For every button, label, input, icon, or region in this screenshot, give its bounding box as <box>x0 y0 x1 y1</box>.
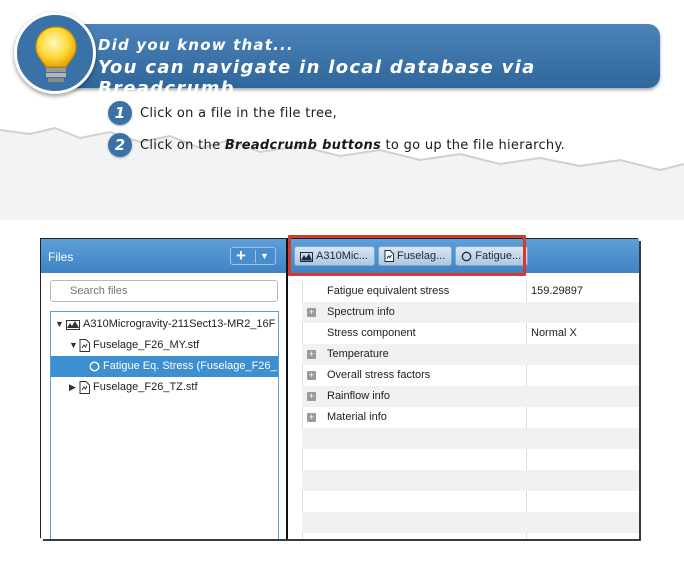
button-separator <box>255 250 256 263</box>
table-row <box>302 449 639 470</box>
properties-table: Fatigue equivalent stress 159.29897 + Spect… <box>302 281 639 539</box>
chevron-down-icon[interactable]: ▼ <box>260 251 269 261</box>
tip-banner: Did you know that... You can navigate in… <box>52 24 660 99</box>
property-name: Temperature <box>327 348 389 360</box>
step-text-2-suffix: to go up the file hierarchy. <box>381 137 566 153</box>
table-row <box>302 470 639 491</box>
lightbulb-icon <box>35 26 77 82</box>
tree-label: Fuselage_F26_TZ.stf <box>93 381 198 393</box>
tree-row-fatigue-selected[interactable]: Fatigue Eq. Stress (Fuselage_F26_ <box>51 356 278 377</box>
table-row[interactable]: + Temperature <box>302 344 639 365</box>
step-number-1: 1 <box>108 101 132 125</box>
expand-plus-icon[interactable]: + <box>307 413 316 422</box>
property-value: 159.29897 <box>531 285 583 297</box>
plus-icon: + <box>236 246 246 265</box>
collapse-arrow-icon[interactable]: ▶ <box>69 382 76 393</box>
table-row <box>302 428 639 449</box>
app-window: Files + ▼ ▼ A310Microgravity-211Sect13-M… <box>40 235 639 539</box>
table-row[interactable]: + Material info <box>302 407 639 428</box>
property-name: Rainflow info <box>327 390 390 402</box>
property-value: Normal X <box>531 327 577 339</box>
property-name: Stress component <box>327 327 416 339</box>
expand-plus-icon[interactable]: + <box>307 308 316 317</box>
expand-plus-icon[interactable]: + <box>307 371 316 380</box>
table-row <box>302 512 639 533</box>
table-row <box>302 491 639 512</box>
property-name: Fatigue equivalent stress <box>327 285 450 297</box>
tree-row-file-tz[interactable]: ▶ Fuselage_F26_TZ.stf <box>51 377 278 398</box>
files-panel-header: Files + ▼ <box>41 239 286 273</box>
step-text-1: Click on a file in the file tree, <box>140 105 338 121</box>
table-row[interactable]: + Overall stress factors <box>302 365 639 386</box>
file-tree[interactable]: ▼ A310Microgravity-211Sect13-MR2_16F ▼ F… <box>50 311 279 539</box>
property-name: Material info <box>327 411 387 423</box>
search-input[interactable] <box>50 280 278 302</box>
expand-plus-icon[interactable]: + <box>307 392 316 401</box>
step-number-2: 2 <box>108 133 132 157</box>
database-icon <box>66 320 80 330</box>
expand-arrow-icon[interactable]: ▼ <box>69 340 78 350</box>
lightbulb-badge <box>14 12 96 94</box>
files-title: Files <box>48 250 74 264</box>
tree-row-database[interactable]: ▼ A310Microgravity-211Sect13-MR2_16F <box>51 314 278 335</box>
step-text-2: Click on the Breadcrumb buttons to go up… <box>140 138 565 153</box>
table-row[interactable]: Fatigue equivalent stress 159.29897 <box>302 281 639 302</box>
tree-label: Fuselage_F26_MY.stf <box>93 339 200 351</box>
property-name: Overall stress factors <box>327 369 431 381</box>
table-row[interactable]: Stress component Normal X <box>302 323 639 344</box>
files-panel: Files + ▼ ▼ A310Microgravity-211Sect13-M… <box>41 239 286 539</box>
tree-label: Fatigue Eq. Stress (Fuselage_F26_ <box>103 360 277 372</box>
step-text-2-prefix: Click on the <box>140 137 225 153</box>
property-name: Spectrum info <box>327 306 395 318</box>
tree-row-file-my[interactable]: ▼ Fuselage_F26_MY.stf <box>51 335 278 356</box>
tip-area: Did you know that... You can navigate in… <box>0 0 684 220</box>
table-row[interactable]: + Rainflow info <box>302 386 639 407</box>
tip-step-2: 2 Click on the Breadcrumb buttons to go … <box>108 132 565 158</box>
table-row[interactable]: + Spectrum info <box>302 302 639 323</box>
step-text-2-bold: Breadcrumb buttons <box>224 137 382 153</box>
expand-plus-icon[interactable]: + <box>307 350 316 359</box>
expand-arrow-icon[interactable]: ▼ <box>55 319 64 329</box>
add-file-button[interactable]: + ▼ <box>230 246 276 265</box>
breadcrumb-highlight <box>288 235 526 276</box>
tip-step-1: 1 Click on a file in the file tree, <box>108 100 337 126</box>
file-icon <box>79 339 90 352</box>
tip-headline: You can navigate in local database via B… <box>98 57 536 99</box>
tree-label: A310Microgravity-211Sect13-MR2_16F <box>83 318 276 330</box>
tip-intro: Did you know that... <box>98 36 294 54</box>
circle-icon <box>89 361 100 372</box>
properties-panel: A310Mic... Fuselag... Fatigue... Fatigue… <box>288 235 639 539</box>
file-icon <box>79 381 90 394</box>
properties-panel-header: A310Mic... Fuselag... Fatigue... <box>288 235 639 276</box>
